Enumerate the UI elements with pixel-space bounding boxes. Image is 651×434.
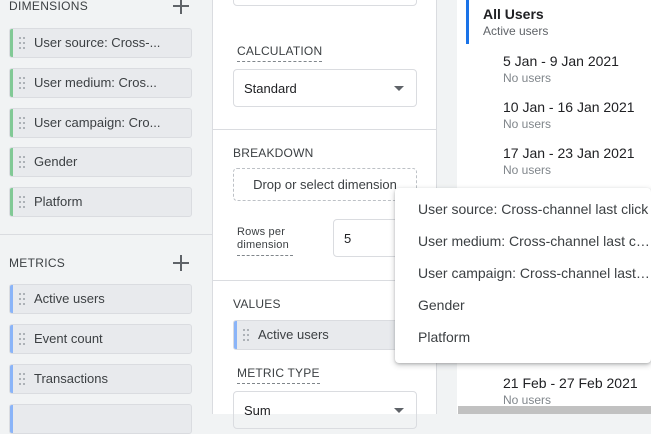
dimensions-heading: DIMENSIONS bbox=[9, 0, 89, 13]
top-field[interactable] bbox=[233, 0, 417, 6]
table-row-label[interactable]: 5 Jan - 9 Jan 2021 bbox=[503, 53, 619, 69]
menu-item-user-campaign[interactable]: User campaign: Cross-channel last ... bbox=[418, 265, 651, 281]
table-row-value: No users bbox=[503, 117, 552, 131]
add-dimension-icon[interactable] bbox=[172, 0, 190, 15]
segment-metric: Active users bbox=[483, 24, 549, 38]
metrics-heading: METRICS bbox=[9, 256, 66, 270]
section-separator bbox=[213, 129, 436, 130]
dimension-chip-label: User source: Cross-... bbox=[34, 35, 161, 50]
values-metric-chip[interactable]: Active users bbox=[233, 320, 417, 350]
breakdown-label: BREAKDOWN bbox=[233, 146, 314, 160]
menu-item-platform[interactable]: Platform bbox=[418, 329, 651, 345]
menu-item-user-source[interactable]: User source: Cross-channel last click bbox=[418, 201, 651, 217]
metric-chip-label: Active users bbox=[34, 291, 105, 306]
menu-item-gender[interactable]: Gender bbox=[418, 297, 651, 313]
values-label: VALUES bbox=[233, 297, 281, 311]
breakdown-drop-zone[interactable]: Drop or select dimension bbox=[233, 168, 417, 201]
metric-type-label: METRIC TYPE bbox=[237, 366, 320, 384]
metric-type-select[interactable]: Sum bbox=[233, 391, 417, 429]
dimension-chip-label: Gender bbox=[34, 154, 78, 169]
dimension-chip[interactable]: User campaign: Cro... bbox=[9, 108, 192, 138]
menu-item-user-medium[interactable]: User medium: Cross-channel last cli... bbox=[418, 233, 651, 249]
drag-handle-icon[interactable] bbox=[19, 37, 25, 51]
metric-chip-label: Event count bbox=[34, 331, 103, 346]
drag-handle-icon[interactable] bbox=[19, 117, 25, 131]
table-row-value: No users bbox=[503, 393, 552, 407]
segment-accent-bar bbox=[466, 0, 469, 44]
chevron-down-icon bbox=[394, 86, 404, 91]
table-row-label[interactable]: 21 Feb - 27 Feb 2021 bbox=[503, 375, 638, 391]
dimension-menu: User source: Cross-channel last click Us… bbox=[395, 188, 651, 363]
metric-type-value: Sum bbox=[244, 403, 271, 418]
dimension-chip[interactable]: Platform bbox=[9, 187, 192, 217]
metric-chip[interactable]: Active users bbox=[9, 284, 192, 314]
rows-per-dimension-label: Rows per dimension bbox=[237, 226, 293, 256]
calculation-label: CALCULATION bbox=[237, 44, 323, 62]
dimension-chip-label: User campaign: Cro... bbox=[34, 115, 161, 130]
dimension-chip[interactable]: User medium: Cros... bbox=[9, 68, 192, 98]
drag-handle-icon[interactable] bbox=[19, 156, 25, 170]
dimension-chip[interactable]: Gender bbox=[9, 147, 192, 177]
table-row-value: No users bbox=[503, 163, 552, 177]
rows-per-dimension-value: 5 bbox=[344, 231, 352, 246]
section-divider bbox=[0, 234, 212, 235]
drag-handle-icon[interactable] bbox=[19, 333, 25, 347]
metric-chip-label: Transactions bbox=[34, 371, 108, 386]
calculation-select[interactable]: Standard bbox=[233, 69, 417, 107]
metric-chip[interactable]: Event count bbox=[9, 324, 192, 354]
dimension-chip-label: User medium: Cros... bbox=[34, 75, 157, 90]
variables-panel: DIMENSIONS User source: Cross-... User m… bbox=[0, 0, 212, 434]
dimension-chip[interactable]: User source: Cross-... bbox=[9, 28, 192, 58]
drag-handle-icon[interactable] bbox=[19, 373, 25, 387]
drag-handle-icon[interactable] bbox=[19, 293, 25, 307]
calculation-value: Standard bbox=[244, 81, 297, 96]
table-row-label[interactable]: 17 Jan - 23 Jan 2021 bbox=[503, 145, 635, 161]
drag-handle-icon[interactable] bbox=[19, 77, 25, 91]
dimension-chip-label: Platform bbox=[34, 194, 83, 209]
drag-handle-icon[interactable] bbox=[243, 329, 249, 343]
metric-chip[interactable] bbox=[9, 404, 192, 434]
values-metric-label: Active users bbox=[258, 327, 329, 342]
segment-title: All Users bbox=[483, 6, 544, 22]
table-row-value: No users bbox=[503, 71, 552, 85]
drag-handle-icon[interactable] bbox=[19, 196, 25, 210]
chevron-down-icon bbox=[394, 408, 404, 413]
add-metric-icon[interactable] bbox=[172, 254, 190, 272]
table-row-label[interactable]: 10 Jan - 16 Jan 2021 bbox=[503, 99, 635, 115]
horizontal-scrollbar[interactable] bbox=[458, 406, 651, 414]
metric-chip[interactable]: Transactions bbox=[9, 364, 192, 394]
